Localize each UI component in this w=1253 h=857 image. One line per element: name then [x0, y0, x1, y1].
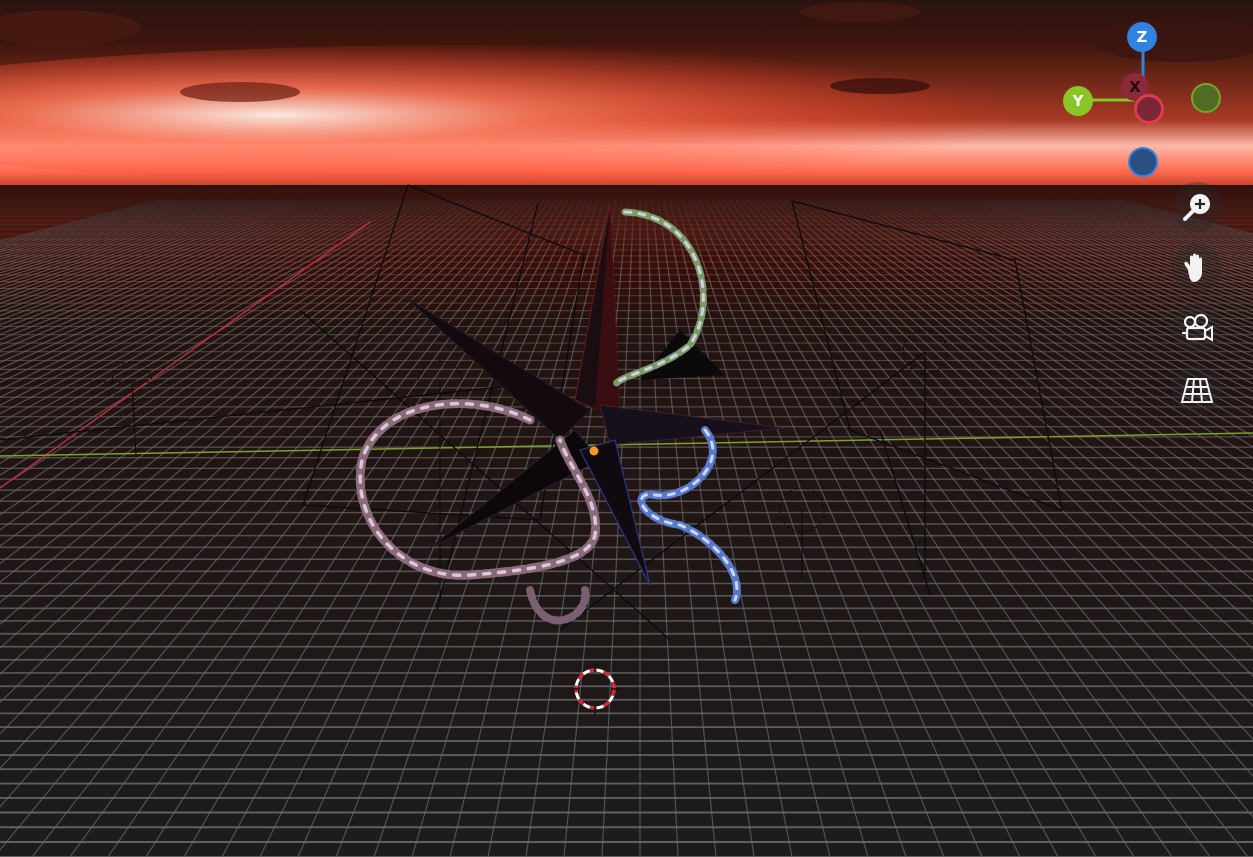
ortho-grid-icon — [1180, 378, 1214, 403]
gizmo-axis-neg-y[interactable] — [1191, 83, 1221, 113]
ortho-toggle-button[interactable] — [1172, 365, 1222, 415]
cloud — [180, 82, 300, 102]
camera-view-button[interactable] — [1172, 304, 1222, 354]
gizmo-axis-y[interactable]: Y — [1063, 86, 1093, 116]
camera-view-icon — [1182, 313, 1213, 342]
gizmo-axis-z[interactable]: Z — [1127, 22, 1157, 52]
cloud — [800, 2, 920, 22]
hand-pan-icon — [1184, 253, 1202, 282]
pan-button[interactable] — [1172, 243, 1222, 293]
cloud — [830, 78, 930, 94]
object-origin — [589, 446, 599, 456]
zoom-in-icon — [1183, 194, 1210, 221]
gizmo-axis-neg-x[interactable] — [1134, 94, 1164, 124]
viewport-scene[interactable] — [0, 0, 1253, 857]
3d-viewport[interactable]: X Z Y — [0, 0, 1253, 857]
zoom-button[interactable] — [1172, 182, 1222, 232]
gizmo-axis-neg-z[interactable] — [1128, 147, 1158, 177]
